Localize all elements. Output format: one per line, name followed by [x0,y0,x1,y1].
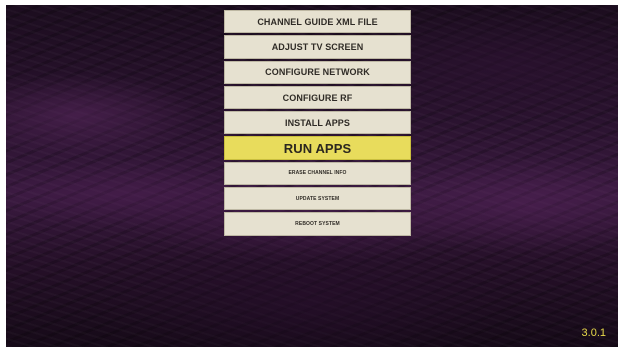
menu-item-configure-rf[interactable]: CONFIGURE RF [224,85,411,110]
version-label: 3.0.1 [581,327,606,339]
menu-item-reboot-system[interactable]: REBOOT SYSTEM [224,212,411,236]
system-menu: CHANNEL GUIDE XML FILE ADJUST TV SCREEN … [224,10,411,236]
tv-screen: CHANNEL GUIDE XML FILE ADJUST TV SCREEN … [6,5,618,347]
menu-item-update-system[interactable]: UPDATE SYSTEM [224,187,411,211]
menu-item-configure-network[interactable]: CONFIGURE NETWORK [224,60,411,84]
menu-item-erase-channel-info[interactable]: ERASE CHANNEL INFO [224,161,411,186]
menu-item-run-apps[interactable]: RUN APPS [224,136,411,160]
menu-item-adjust-tv-screen[interactable]: ADJUST TV SCREEN [224,35,411,59]
menu-item-channel-guide-xml-file[interactable]: CHANNEL GUIDE XML FILE [224,10,411,34]
menu-item-install-apps[interactable]: INSTALL APPS [224,111,411,135]
